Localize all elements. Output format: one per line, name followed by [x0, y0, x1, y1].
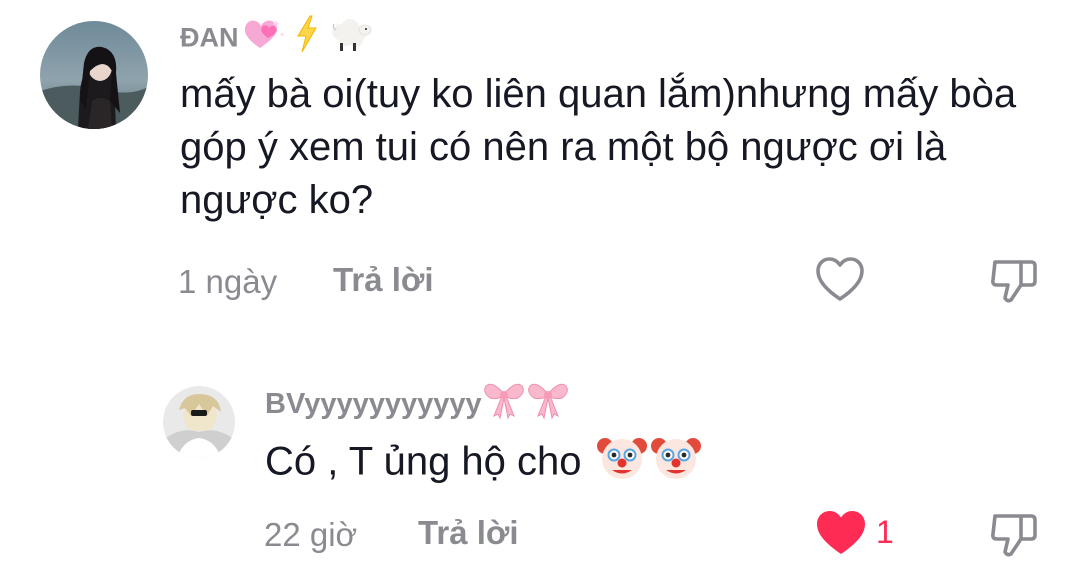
ribbon-emoji — [482, 378, 526, 433]
comment-time: 22 giờ — [264, 516, 358, 553]
clown-face-emoji — [649, 430, 703, 498]
username[interactable]: ĐAN — [180, 14, 372, 65]
thumbs-down-icon — [991, 260, 1037, 303]
username[interactable]: BVyyyyyyyyyyy — [265, 378, 570, 433]
like-button[interactable] — [812, 252, 868, 308]
commenter-avatar[interactable] — [163, 386, 235, 458]
dislike-button[interactable] — [987, 252, 1043, 308]
dislike-button[interactable] — [987, 506, 1043, 562]
commenter-avatar[interactable] — [40, 21, 148, 129]
comment-text: mấy bà oi(tuy ko liên quan lắm)nhưng mấy… — [180, 72, 1017, 222]
username-text: ĐAN — [180, 22, 239, 53]
thumbs-down-icon — [991, 514, 1037, 557]
comment-text-content: Có , T ủng hộ cho — [265, 439, 582, 484]
heart-filled-icon — [817, 511, 865, 554]
username-text: BVyyyyyyyyyyy — [265, 388, 482, 421]
like-button[interactable] — [813, 505, 869, 561]
ribbon-emoji — [526, 378, 570, 433]
sheep-emoji — [326, 14, 372, 65]
clown-face-emoji — [595, 430, 649, 498]
comment-time: 1 ngày — [178, 263, 278, 300]
lightning-emoji — [294, 14, 320, 65]
comment-text: Có , T ủng hộ cho — [265, 430, 703, 498]
heart-outline-icon — [816, 257, 864, 301]
like-count: 1 — [876, 514, 894, 550]
reply-button[interactable]: Trả lời — [333, 261, 434, 299]
sparkling-heart-emoji — [240, 14, 288, 65]
reply-button[interactable]: Trả lời — [418, 514, 519, 552]
